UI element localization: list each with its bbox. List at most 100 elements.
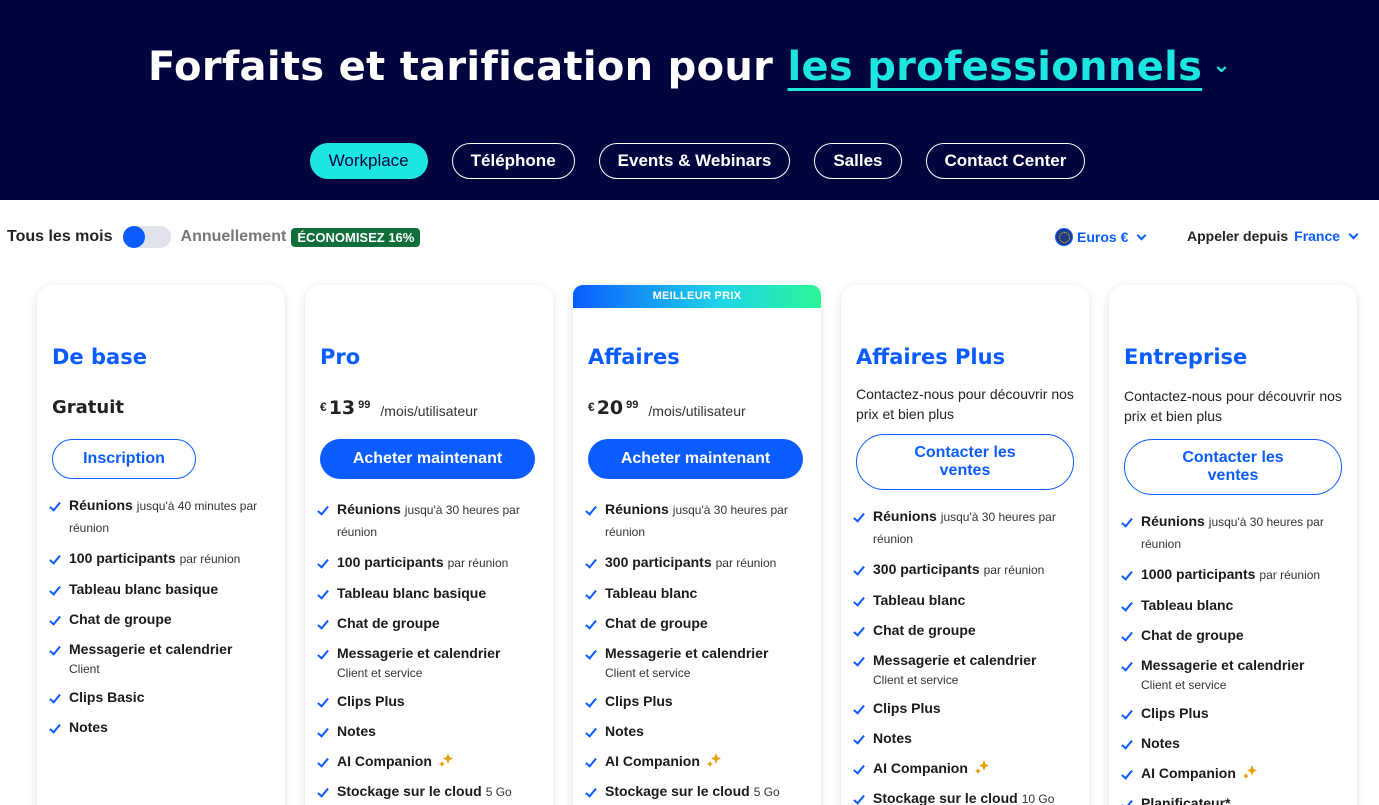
eu-flag-icon [1055,228,1073,246]
feature-list: Réunions jusqu'à 30 heures par réunion 30… [853,506,1081,805]
ai-sparkle-icon [974,760,989,774]
chevron-down-icon [1348,229,1359,239]
list-item: Stockage sur le cloud 5 Go [317,781,545,803]
list-item: Tableau blanc [1121,595,1349,616]
list-item: 100 participants par réunion [49,548,277,570]
list-item: Clips Plus [585,691,813,712]
ai-sparkle-icon [706,753,721,767]
check-icon [585,695,597,708]
list-item: Messagerie et calendrier Client et servic… [1121,655,1349,694]
check-icon [853,510,865,523]
list-item: Réunions jusqu'à 40 minutes par réunion [49,495,277,539]
signup-button[interactable]: Inscription [52,439,196,479]
list-item: AI Companion [1121,763,1349,784]
plan-name: Entreprise [1124,345,1248,369]
list-item: Tableau blanc [853,590,1081,611]
check-icon [853,792,865,805]
check-icon [49,721,61,734]
plan-card-affaires: MEILLEUR PRIX Affaires € 20 99 /mois/uti… [573,285,821,805]
plan-price-free: Gratuit [52,397,124,418]
contact-sales-button[interactable]: Contacter les ventes [1124,439,1342,495]
tab-contact-center[interactable]: Contact Center [925,143,1086,179]
chevron-down-icon[interactable]: ⌄ [1212,53,1231,78]
check-icon [853,732,865,745]
list-item: Tableau blanc [585,583,813,604]
chevron-down-icon [1136,230,1147,240]
buy-now-button[interactable]: Acheter maintenant [588,439,803,479]
check-icon [853,594,865,607]
list-item: Notes [1121,733,1349,754]
list-item: Chat de groupe [1121,625,1349,646]
title-prefix: Forfaits et tarification pour [148,44,774,90]
billing-period-toggle[interactable] [122,226,171,248]
check-icon [585,647,597,660]
check-icon [585,617,597,630]
buy-now-button[interactable]: Acheter maintenant [320,439,535,479]
check-icon [317,587,329,600]
feature-list: Réunions jusqu'à 30 heures par réunion 10… [1121,511,1349,805]
list-item: Clips Plus [853,698,1081,719]
list-item: 300 participants par réunion [585,552,813,574]
check-icon [1121,737,1133,750]
list-item: Chat de groupe [317,613,545,634]
check-icon [317,556,329,569]
billing-toggle-bar: Tous les mois Annuellement ÉCONOMISEZ 16… [7,226,421,248]
check-icon [49,552,61,565]
contact-description: Contactez-nous pour découvrir nos prix e… [1124,388,1342,424]
list-item: Clips Plus [317,691,545,712]
monthly-label[interactable]: Tous les mois [7,228,113,246]
check-icon [317,695,329,708]
check-icon [49,643,61,656]
check-icon [1121,629,1133,642]
plan-price: € 13 99 /mois/utilisateur [320,397,478,419]
currency-selector[interactable]: Euros € [1055,228,1147,246]
list-item: Planificateur* [1121,793,1349,805]
feature-list: Réunions jusqu'à 30 heures par réunion 30… [585,499,813,805]
list-item: Messagerie et calendrier Client [49,639,277,678]
check-icon [317,785,329,798]
list-item: AI Companion [317,751,545,772]
check-icon [49,613,61,626]
product-tabs: Workplace Téléphone Events & Webinars Sa… [0,143,1379,179]
check-icon [585,755,597,768]
best-price-ribbon: MEILLEUR PRIX [573,285,821,308]
check-icon [1121,659,1133,672]
check-icon [585,587,597,600]
tab-salles[interactable]: Salles [814,143,902,179]
call-from-selector[interactable]: Appeler depuis France [1187,228,1359,244]
list-item: Notes [853,728,1081,749]
list-item: Réunions jusqu'à 30 heures par réunion [1121,511,1349,555]
currency-label: Euros € [1077,229,1129,245]
contact-sales-button[interactable]: Contacter les ventes [856,434,1074,490]
list-item: Notes [317,721,545,742]
check-icon [853,624,865,637]
list-item: AI Companion [585,751,813,772]
list-item: Stockage sur le cloud 5 Go [585,781,813,803]
annual-label[interactable]: Annuellement [181,228,287,246]
feature-list: Réunions jusqu'à 40 minutes par réunion 1… [49,495,277,747]
check-icon [317,503,329,516]
check-icon [853,654,865,667]
tab-workplace[interactable]: Workplace [309,143,428,179]
tab-telephone[interactable]: Téléphone [451,143,575,179]
check-icon [317,617,329,630]
list-item: Clips Plus [1121,703,1349,724]
tab-events-webinars[interactable]: Events & Webinars [598,143,791,179]
ai-sparkle-icon [1242,765,1257,779]
plan-card-pro: Pro € 13 99 /mois/utilisateur Acheter ma… [305,285,553,805]
list-item: Tableau blanc basique [317,583,545,604]
check-icon [317,755,329,768]
check-icon [49,499,61,512]
check-icon [585,556,597,569]
plan-name: Affaires [588,345,680,369]
list-item: Notes [49,717,277,738]
contact-description: Contactez-nous pour découvrir nos prix e… [856,386,1074,422]
list-item: AI Companion [853,758,1081,779]
check-icon [317,725,329,738]
list-item: Réunions jusqu'à 30 heures par réunion [585,499,813,543]
audience-selector[interactable]: les professionnels [787,44,1202,90]
list-item: Chat de groupe [853,620,1081,641]
check-icon [1121,707,1133,720]
check-icon [585,725,597,738]
page-title: Forfaits et tarification pour les profes… [0,44,1379,90]
